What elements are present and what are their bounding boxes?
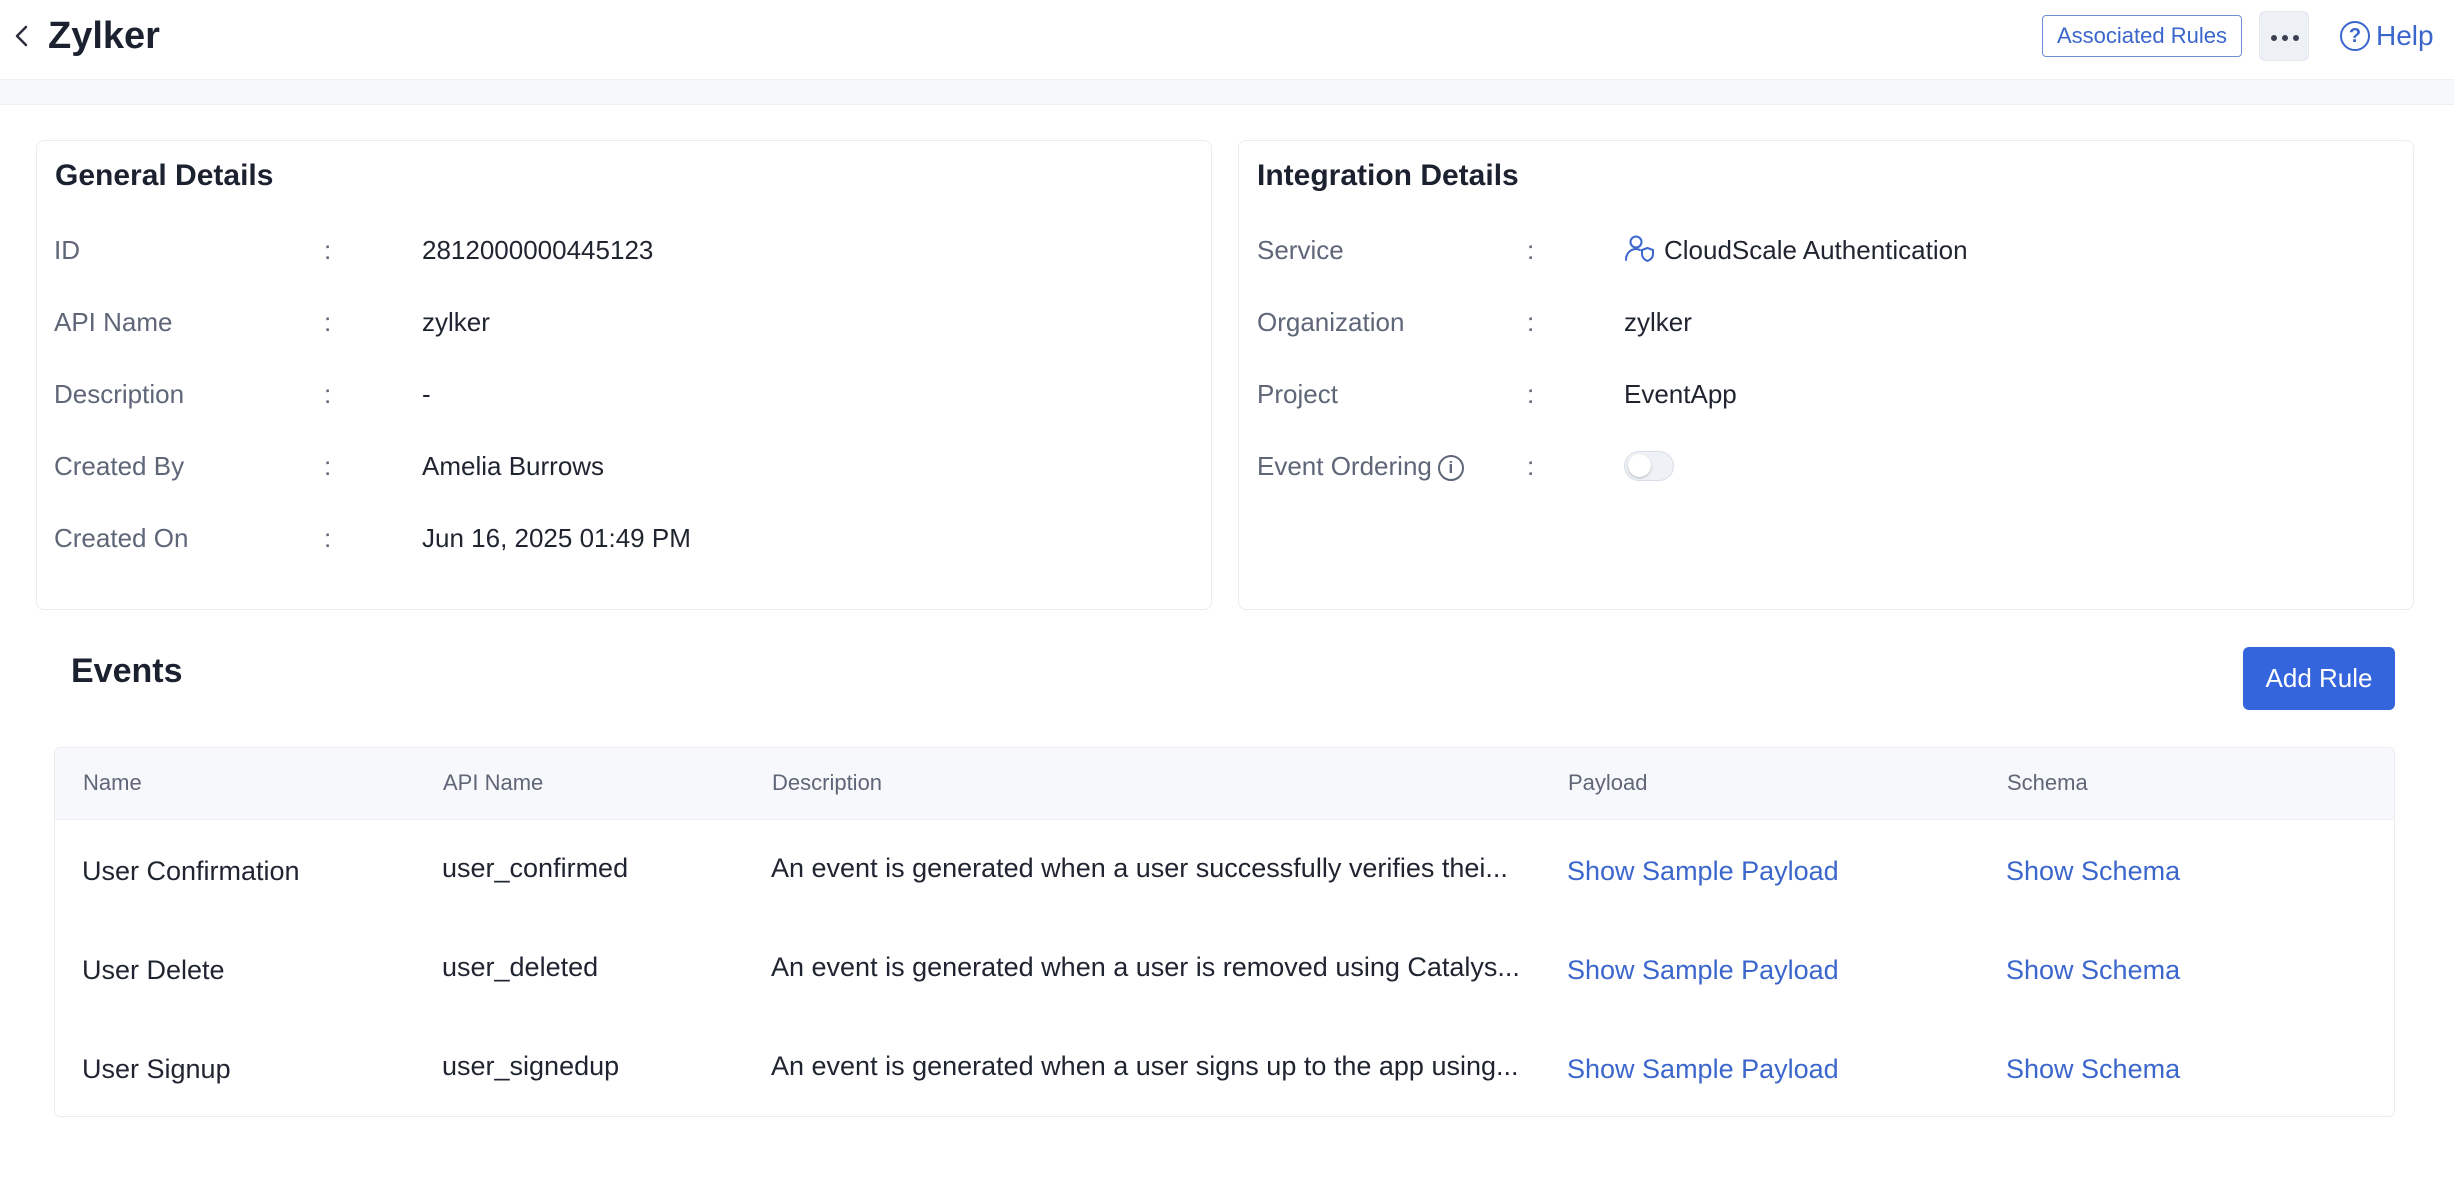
field-row-id: ID : 2812000000445123	[54, 230, 1154, 270]
field-label: Organization	[1257, 307, 1405, 337]
more-options-button[interactable]	[2259, 11, 2309, 61]
events-table: Name API Name Description Payload Schema…	[54, 747, 2395, 1117]
field-row-created-by: Created By : Amelia Burrows	[54, 446, 1154, 486]
add-rule-button[interactable]: Add Rule	[2243, 647, 2395, 710]
show-schema-link[interactable]: Show Schema	[2006, 1054, 2366, 1085]
column-header-description: Description	[772, 770, 883, 795]
table-row: User Confirmation user_confirmed An even…	[55, 828, 2394, 926]
field-label: Event Ordering	[1257, 451, 1432, 481]
user-shield-icon	[1625, 235, 1654, 262]
service-value: CloudScale Authentication	[1664, 235, 1968, 265]
general-details-title: General Details	[55, 159, 274, 192]
toggle-knob	[1628, 454, 1651, 477]
column-header-api-name: API Name	[443, 770, 544, 795]
field-row-project: Project : EventApp	[1257, 374, 2357, 414]
event-api-name: user_confirmed	[442, 853, 629, 883]
events-title: Events	[71, 652, 183, 690]
table-row: User Delete user_deleted An event is gen…	[55, 927, 2394, 1025]
field-label: ID	[54, 235, 80, 265]
top-bar: Zylker Associated Rules ? Help	[0, 0, 2454, 80]
field-label: Created By	[54, 451, 185, 481]
integration-details-title: Integration Details	[1257, 159, 1519, 192]
page-title: Zylker	[48, 15, 160, 57]
event-name: User Signup	[82, 1054, 231, 1084]
info-icon[interactable]: i	[1437, 455, 1464, 481]
field-row-description: Description : -	[54, 374, 1154, 414]
field-value: CloudScale Authentication	[1624, 230, 1968, 270]
field-label: Description	[54, 379, 185, 409]
field-label: Project	[1257, 379, 1338, 409]
field-row-organization: Organization : zylker	[1257, 302, 2357, 342]
column-header-schema: Schema	[2007, 770, 2088, 795]
event-ordering-toggle[interactable]	[1624, 451, 1674, 481]
field-label: API Name	[54, 307, 173, 337]
event-description: An event is generated when a user signs …	[771, 1051, 1519, 1081]
field-row-event-ordering: Event Ordering i :	[1257, 446, 2357, 486]
back-arrow-icon[interactable]	[10, 22, 34, 50]
column-header-payload: Payload	[1568, 770, 1648, 795]
show-sample-payload-link[interactable]: Show Sample Payload	[1567, 955, 1987, 986]
more-dots-icon	[2271, 35, 2277, 41]
event-name: User Confirmation	[82, 856, 300, 886]
event-name: User Delete	[82, 955, 225, 985]
field-value: -	[422, 379, 431, 409]
show-sample-payload-link[interactable]: Show Sample Payload	[1567, 856, 1987, 887]
show-schema-link[interactable]: Show Schema	[2006, 856, 2366, 887]
field-value: zylker	[422, 307, 490, 337]
help-link[interactable]: ? Help	[2340, 18, 2434, 54]
table-row: User Signup user_signedup An event is ge…	[55, 1026, 2394, 1116]
field-row-api-name: API Name : zylker	[54, 302, 1154, 342]
field-label: Created On	[54, 523, 189, 553]
event-api-name: user_signedup	[442, 1051, 620, 1081]
table-header: Name API Name Description Payload Schema	[55, 748, 2394, 820]
field-value: EventApp	[1624, 379, 1737, 409]
event-description: An event is generated when a user succes…	[771, 853, 1508, 883]
field-row-created-on: Created On : Jun 16, 2025 01:49 PM	[54, 518, 1154, 558]
associated-rules-button[interactable]: Associated Rules	[2042, 15, 2242, 57]
help-circle-icon: ?	[2340, 21, 2370, 51]
help-label: Help	[2376, 20, 2434, 51]
column-header-name: Name	[83, 770, 142, 795]
field-row-service: Service : CloudScale Authentication	[1257, 230, 2357, 270]
event-api-name: user_deleted	[442, 952, 599, 982]
show-sample-payload-link[interactable]: Show Sample Payload	[1567, 1054, 1987, 1085]
field-value: 2812000000445123	[422, 235, 654, 265]
show-schema-link[interactable]: Show Schema	[2006, 955, 2366, 986]
field-value: zylker	[1624, 307, 1692, 337]
event-description: An event is generated when a user is rem…	[771, 952, 1520, 982]
page-background-strip	[0, 80, 2454, 104]
field-label: Service	[1257, 235, 1344, 265]
field-value: Amelia Burrows	[422, 451, 605, 481]
field-value: Jun 16, 2025 01:49 PM	[422, 523, 691, 553]
